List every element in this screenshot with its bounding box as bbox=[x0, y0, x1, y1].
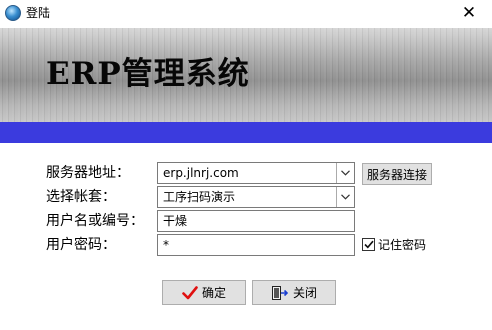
close-button-label: 关闭 bbox=[292, 286, 317, 300]
username-input[interactable]: 干燥 bbox=[157, 210, 355, 232]
account-label: 选择帐套： bbox=[46, 189, 116, 205]
window-title: 登陆 bbox=[26, 6, 51, 20]
remember-password-label: 记住密码 bbox=[378, 237, 427, 252]
account-combobox[interactable]: 工序扫码演示 bbox=[157, 186, 355, 208]
server-label: 服务器地址： bbox=[46, 165, 130, 181]
remember-password-checkbox[interactable] bbox=[362, 237, 375, 251]
chevron-down-icon bbox=[341, 170, 350, 176]
close-icon: ✕ bbox=[461, 3, 477, 23]
server-value: erp.jlnrj.com bbox=[163, 166, 239, 180]
server-dropdown-button[interactable] bbox=[336, 163, 354, 183]
exit-door-icon bbox=[271, 285, 289, 301]
title-bar: 登陆 ✕ bbox=[0, 0, 492, 27]
account-dropdown-button[interactable] bbox=[336, 187, 354, 207]
username-label: 用户名或编号： bbox=[46, 213, 144, 229]
username-value: 干燥 bbox=[163, 214, 188, 228]
server-connect-button[interactable]: 服务器连接 bbox=[362, 163, 432, 185]
chevron-down-icon bbox=[341, 194, 350, 200]
check-icon bbox=[363, 240, 374, 248]
password-value: * bbox=[163, 238, 169, 252]
password-label: 用户密码： bbox=[46, 237, 116, 253]
password-input[interactable]: * bbox=[157, 234, 355, 256]
server-combobox[interactable]: erp.jlnrj.com bbox=[157, 162, 355, 184]
ok-button[interactable]: 确定 bbox=[162, 280, 246, 305]
globe-icon bbox=[5, 5, 21, 21]
accent-bar bbox=[0, 122, 492, 143]
close-window-button[interactable]: ✕ bbox=[446, 0, 492, 27]
remember-password[interactable]: 记住密码 bbox=[362, 235, 426, 253]
banner: ERP管理系统 bbox=[0, 28, 492, 124]
checkmark-icon bbox=[182, 285, 198, 300]
banner-title: ERP管理系统 bbox=[46, 56, 250, 92]
ok-button-label: 确定 bbox=[201, 286, 226, 300]
account-value: 工序扫码演示 bbox=[163, 190, 236, 204]
close-button[interactable]: 关闭 bbox=[252, 280, 336, 305]
server-connect-label: 服务器连接 bbox=[366, 167, 427, 182]
